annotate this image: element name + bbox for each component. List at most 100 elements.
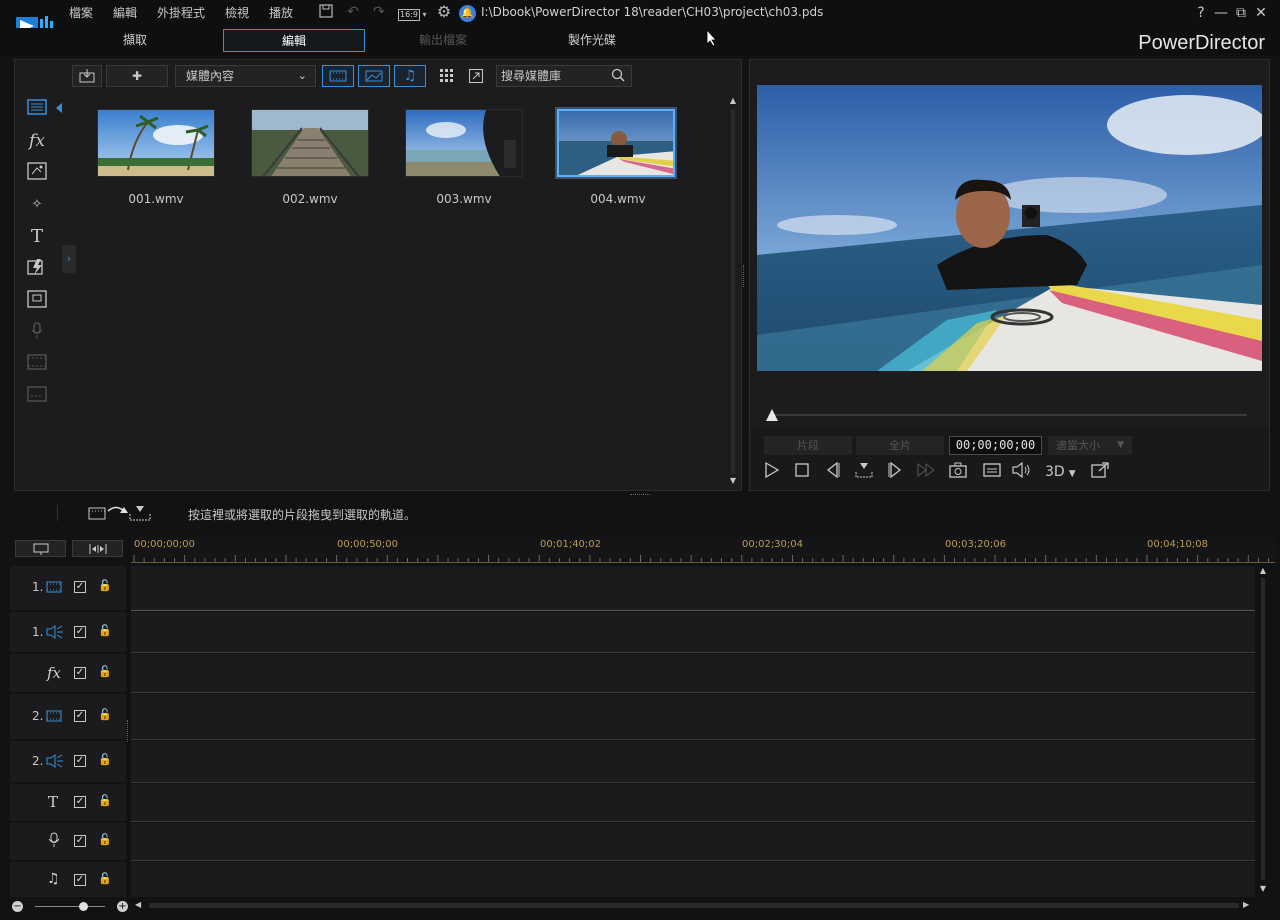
track-lane-voice[interactable] [131,823,1255,861]
aspect-ratio-selector[interactable]: 16:9 ▾ [398,6,430,21]
lock-icon[interactable]: 🔓 [98,625,112,637]
undock-preview-button[interactable] [1089,462,1111,482]
title-room-icon[interactable]: T [26,226,48,248]
media-thumbnail-002[interactable] [251,109,369,177]
track-lane-music[interactable] [131,862,1255,897]
track-lane-audio-2[interactable] [131,741,1255,783]
clip-mode-button[interactable]: 片段 [764,436,852,455]
track-lane-fx[interactable] [131,654,1255,693]
track-visible-checkbox[interactable]: ✓ [74,710,86,722]
next-frame-button[interactable] [884,461,906,482]
library-scrollbar[interactable] [731,110,735,474]
movie-mode-button[interactable]: 全片 [856,436,944,455]
timeline-vertical-scrollbar[interactable] [1261,578,1265,880]
insert-clip-icon[interactable] [88,505,154,521]
track-manager-button[interactable] [15,540,66,557]
3d-mode-button[interactable]: 3D ▼ [1045,464,1081,482]
track-visible-checkbox[interactable]: ✓ [74,796,86,808]
lock-icon[interactable]: 🔓 [98,754,112,766]
zoom-slider-handle[interactable] [79,902,88,911]
lock-icon[interactable]: 🔓 [98,873,112,885]
menu-view[interactable]: 檢視 [225,4,249,21]
audio-mixing-room-icon[interactable] [26,290,48,312]
preview-scrubber-handle[interactable] [766,409,778,421]
zoom-out-icon[interactable]: − [12,901,23,912]
media-thumbnail-001[interactable] [97,109,215,177]
lock-icon[interactable]: 🔓 [98,795,112,807]
split-clip-button[interactable] [853,462,875,482]
scroll-left-icon[interactable]: ◀ [135,900,145,912]
tab-capture[interactable]: 擷取 [64,29,206,52]
transition-room-icon[interactable] [26,258,48,280]
media-room-icon[interactable] [26,98,48,120]
expand-view-icon[interactable] [469,69,483,83]
filter-video-button[interactable] [322,65,354,87]
library-search-input[interactable]: 搜尋媒體庫 [496,65,632,87]
tab-edit[interactable]: 編輯 [223,29,365,52]
fit-size-dropdown[interactable]: 適當大小 ▼ [1048,436,1132,455]
scroll-down-icon[interactable]: ▼ [1258,884,1268,894]
track-lane-title[interactable] [131,784,1255,822]
scroll-down-icon[interactable]: ▼ [728,476,738,486]
fit-timeline-button[interactable] [72,540,123,557]
track-visible-checkbox[interactable]: ✓ [74,581,86,593]
save-icon[interactable] [318,4,334,20]
lock-icon[interactable]: 🔓 [98,666,112,678]
restore-button[interactable]: ⧉ [1232,4,1250,22]
menu-playback[interactable]: 播放 [269,4,293,21]
chapter-room-icon[interactable] [26,354,48,376]
redo-icon[interactable]: ↷ [371,4,387,20]
timecode-display[interactable]: 00;00;00;00 [949,436,1042,455]
track-lane-audio-1[interactable] [131,612,1255,653]
filter-audio-button[interactable]: ♫ [394,65,426,87]
stop-button[interactable] [791,462,813,482]
horizontal-splitter-handle[interactable] [630,494,650,497]
previous-frame-button[interactable] [822,461,844,482]
help-button[interactable]: ? [1192,4,1210,22]
track-visible-checkbox[interactable]: ✓ [74,626,86,638]
zoom-in-icon[interactable]: + [117,901,128,912]
search-icon[interactable] [611,68,625,88]
fast-forward-button[interactable] [915,462,937,482]
lock-icon[interactable]: 🔓 [98,834,112,846]
zoom-slider-track[interactable] [35,906,105,907]
snapshot-camera-button[interactable] [947,462,969,482]
plugins-button[interactable]: ✚ [106,65,168,87]
timeline-ruler[interactable]: 00;00;00;00 00;00;50;00 00;01;40;02 00;0… [131,537,1275,563]
filter-image-button[interactable] [358,65,390,87]
play-button[interactable] [761,461,783,482]
tab-produce[interactable]: 輸出檔案 [372,29,514,52]
scroll-right-icon[interactable]: ▶ [1243,900,1253,912]
settings-gear-icon[interactable]: ⚙ [436,4,452,20]
subtitle-toggle-button[interactable] [981,462,1003,482]
track-visible-checkbox[interactable]: ✓ [74,755,86,767]
scroll-up-icon[interactable]: ▲ [728,96,738,106]
menu-file[interactable]: 檔案 [69,4,93,21]
timeline-horizontal-scrollbar[interactable] [149,903,1239,908]
timeline-header-splitter[interactable] [127,720,130,742]
voice-over-room-icon[interactable] [26,322,48,344]
expand-panel-button[interactable]: › [62,245,76,273]
track-visible-checkbox[interactable]: ✓ [74,835,86,847]
import-media-button[interactable] [72,65,102,87]
track-visible-checkbox[interactable]: ✓ [74,667,86,679]
minimize-button[interactable]: — [1212,4,1230,22]
subtitle-room-icon[interactable] [26,386,48,408]
lock-icon[interactable]: 🔓 [98,709,112,721]
track-lane-video-1[interactable] [131,566,1255,611]
media-thumbnail-003[interactable] [405,109,523,177]
preview-scrubber-track[interactable] [771,414,1247,416]
undo-icon[interactable]: ↶ [345,4,361,20]
media-thumbnail-004[interactable] [557,109,675,177]
menu-plugins[interactable]: 外掛程式 [157,4,205,21]
notification-bell-icon[interactable]: 🔔 [459,5,476,22]
lock-icon[interactable]: 🔓 [98,580,112,592]
volume-button[interactable] [1011,461,1033,482]
particle-room-icon[interactable]: ✧ [26,194,48,216]
pip-room-icon[interactable] [26,162,48,184]
scroll-up-icon[interactable]: ▲ [1258,566,1268,576]
menu-edit[interactable]: 編輯 [113,4,137,21]
close-button[interactable]: ✕ [1252,4,1270,22]
media-content-dropdown[interactable]: 媒體內容 ⌄ [175,65,316,87]
vertical-splitter-handle[interactable] [743,265,746,287]
